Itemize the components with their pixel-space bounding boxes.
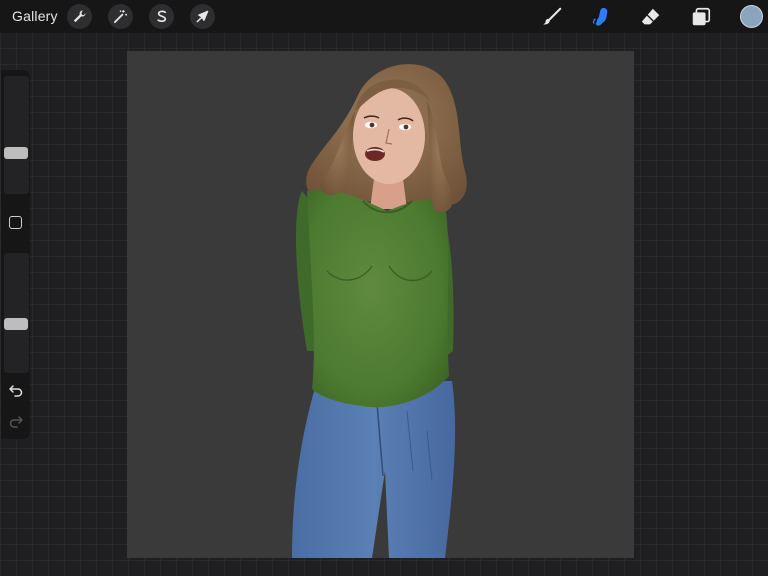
color-picker-button[interactable] [740, 5, 763, 28]
smudge-finger-icon [592, 7, 608, 26]
selection-s-icon [157, 10, 167, 23]
selection-button[interactable] [149, 4, 174, 29]
redo-icon[interactable] [8, 413, 24, 429]
left-sidebar [1, 70, 30, 439]
top-toolbar: Gallery [0, 0, 768, 33]
smudge-button[interactable] [587, 3, 615, 30]
brush-icon [543, 7, 562, 24]
actions-button[interactable] [67, 4, 92, 29]
eraser-button[interactable] [637, 3, 665, 30]
transform-button[interactable] [190, 4, 215, 29]
magic-wand-icon [113, 9, 128, 24]
opacity-slider[interactable] [4, 253, 29, 373]
brush-button[interactable] [538, 3, 566, 30]
gallery-button[interactable]: Gallery [12, 8, 58, 24]
arrow-cursor-icon [196, 10, 209, 23]
adjustments-button[interactable] [108, 4, 133, 29]
undo-icon[interactable] [8, 382, 24, 398]
wrench-icon [73, 10, 86, 23]
brush-size-slider[interactable] [4, 76, 29, 194]
opacity-handle[interactable] [4, 318, 28, 330]
layers-icon [692, 7, 711, 25]
modify-button[interactable] [9, 216, 22, 229]
drawing-canvas[interactable] [127, 51, 634, 558]
brush-size-handle[interactable] [4, 147, 28, 159]
layers-button[interactable] [687, 3, 715, 30]
eraser-icon [641, 8, 660, 24]
artwork-illustration [292, 64, 467, 558]
